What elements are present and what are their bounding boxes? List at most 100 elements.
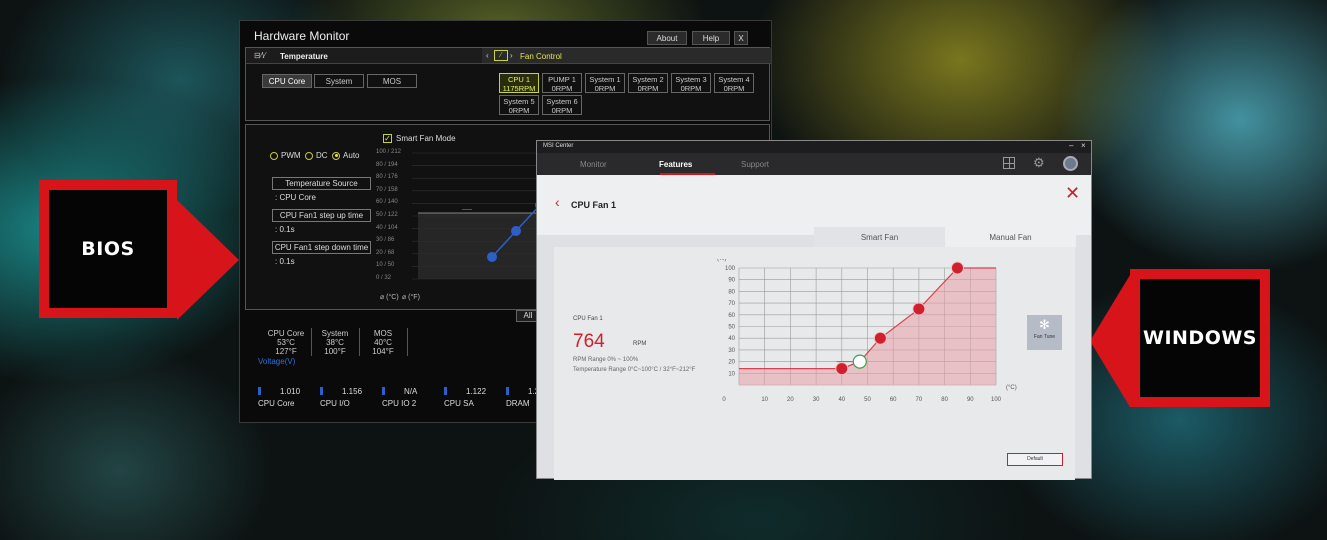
fan-select-system-2[interactable]: System 2 0RPM — [628, 73, 668, 93]
fan-select-system-4[interactable]: System 4 0RPM — [714, 73, 754, 93]
voltage-value: N/A — [404, 387, 418, 396]
step-down-time-button[interactable]: CPU Fan1 step down time — [272, 241, 371, 254]
msi-center-window: MSI Center – × Monitor Features Support … — [536, 140, 1092, 480]
auto-radio[interactable]: Auto — [332, 151, 360, 160]
voltage-bar-marker — [444, 387, 447, 395]
stat-divider — [311, 328, 312, 356]
msi-y-tick: 40 — [728, 336, 735, 342]
bios-y-tick: 80 / 194 — [376, 161, 398, 168]
close-button[interactable]: X — [734, 31, 748, 45]
fan-tune-button[interactable]: ✻ Fan Tune — [1027, 315, 1062, 350]
page-title: CPU Fan 1 — [571, 200, 617, 210]
fan-rpm: 0RPM — [637, 84, 659, 93]
auto-label: Auto — [343, 151, 360, 160]
msi-curve-point-3[interactable] — [912, 302, 926, 316]
step-up-time-button[interactable]: CPU Fan1 step up time — [272, 209, 371, 222]
avatar-icon[interactable] — [1063, 156, 1078, 171]
stat-mos-name: MOS — [373, 329, 393, 338]
bios-chart-shade — [418, 213, 552, 279]
stat-mos-f: 104°F — [372, 347, 394, 356]
about-button[interactable]: About — [647, 31, 687, 45]
current-speed-point[interactable] — [852, 354, 867, 369]
stat-system: System 38°C 100°F — [314, 329, 356, 356]
rpm-value: 764 — [573, 331, 605, 352]
dc-radio[interactable]: DC — [305, 151, 328, 160]
voltage-bar-marker — [258, 387, 261, 395]
tab-smart-fan[interactable]: Smart Fan — [814, 227, 945, 247]
close-window-icon[interactable]: × — [1081, 141, 1086, 150]
auto-radio-dot — [332, 151, 341, 160]
windows-label: WINDOWS — [1140, 279, 1260, 397]
bios-y-tick: 80 / 176 — [376, 174, 398, 181]
bios-y-tick: 40 / 104 — [376, 224, 398, 231]
temp-tab-system[interactable]: System — [314, 74, 364, 88]
fahrenheit-toggle[interactable]: ⌀ (°F) — [402, 293, 420, 301]
msi-curve-point-1[interactable] — [835, 362, 849, 376]
bios-curve-point-2[interactable] — [511, 226, 521, 236]
stat-mos-c: 40°C — [374, 338, 392, 347]
bios-y-tick: 50 / 122 — [376, 212, 398, 218]
fan-select-system-3[interactable]: System 3 0RPM — [671, 73, 711, 93]
fan-select-pump-1[interactable]: PUMP 1 0RPM — [542, 73, 582, 93]
pwm-radio[interactable]: PWM — [270, 151, 301, 160]
msi-y-tick: 50 — [728, 325, 735, 331]
temperature-source-button[interactable]: Temperature Source — [272, 177, 371, 190]
close-page-icon[interactable]: ✕ — [1065, 184, 1080, 202]
temp-tab-cpu-core[interactable]: CPU Core — [262, 74, 312, 88]
msi-x-tick: 70 — [916, 397, 923, 403]
bios-y-tick: 70 / 158 — [376, 186, 398, 193]
fan-rpm: 0RPM — [508, 106, 530, 115]
msi-x-tick: 10 — [761, 397, 768, 403]
chevron-right-icon[interactable]: › — [510, 51, 513, 60]
smart-fan-content: CPU Fan 1 764 RPM RPM Range 0% ~ 100% Te… — [554, 247, 1075, 480]
minimize-icon[interactable]: – — [1069, 141, 1073, 150]
msi-y-tick: 30 — [728, 348, 735, 354]
smart-fan-mode-label: Smart Fan Mode — [396, 134, 456, 143]
tab-manual-fan[interactable]: Manual Fan — [945, 227, 1076, 247]
msi-title-bar: MSI Center – × — [537, 141, 1091, 153]
msi-fan-curve-chart[interactable]: 0 10 20 30 40 50 60 70 80 90 100 100 90 80 70 60 50 40 30 2… — [714, 259, 1024, 431]
back-chevron-icon[interactable]: ‹ — [555, 195, 560, 209]
windows-label-arrow — [1090, 275, 1130, 407]
help-button[interactable]: Help — [692, 31, 730, 45]
bios-fan-curve-chart[interactable]: ----- — [412, 149, 552, 283]
fan-select-system-1[interactable]: System 1 0RPM — [585, 73, 625, 93]
step-down-time-value: : 0.1s — [275, 257, 295, 266]
chevron-left-icon[interactable]: ‹ — [486, 51, 489, 60]
msi-x-tick: 50 — [864, 397, 871, 403]
temp-tab-mos[interactable]: MOS — [367, 74, 417, 88]
fan-rpm: 0RPM — [551, 106, 573, 115]
nav-tab-features[interactable]: Features — [659, 160, 692, 169]
stat-divider — [359, 328, 360, 356]
fan-select-cpu-1[interactable]: CPU 1 1175RPM — [499, 73, 539, 93]
msi-page-header: ‹ CPU Fan 1 ✕ — [537, 175, 1091, 235]
gear-icon[interactable]: ⚙ — [1033, 156, 1045, 170]
msi-x-tick: 0 — [722, 397, 726, 403]
default-button[interactable]: Default — [1007, 453, 1063, 466]
nav-tab-monitor[interactable]: Monitor — [580, 160, 607, 169]
thermometer-icon: ⌀ — [402, 294, 407, 301]
fan-rpm: 1175RPM — [502, 84, 536, 93]
bios-y-tick: 60 / 140 — [376, 199, 398, 206]
fan-name: System 6 — [546, 97, 578, 106]
msi-curve-point-2[interactable] — [873, 331, 887, 345]
smart-fan-mode-checkbox[interactable]: ✓ — [383, 134, 392, 143]
voltage-bar-marker — [506, 387, 509, 395]
fan-select-system-5[interactable]: System 5 0RPM — [499, 95, 539, 115]
voltage-label: Voltage(V) — [258, 357, 296, 366]
msi-y-tick: 10 — [728, 371, 735, 377]
msi-x-tick: 100 — [991, 397, 1002, 403]
msi-x-tick: 80 — [941, 397, 948, 403]
grid-icon[interactable] — [1003, 157, 1015, 169]
msi-curve-point-4[interactable] — [950, 261, 964, 275]
temperature-icon: ⊟⁄\⁄ — [254, 51, 266, 60]
fan-control-header[interactable]: ‹ ⁄ › Fan Control — [482, 48, 771, 64]
celsius-toggle[interactable]: ⌀ (°C) — [380, 293, 399, 301]
stat-divider — [407, 328, 408, 356]
nav-tab-support[interactable]: Support — [741, 160, 769, 169]
fan-select-system-6[interactable]: System 6 0RPM — [542, 95, 582, 115]
bios-chart-temp-marker: ----- — [462, 207, 472, 213]
msi-y-axis-unit: (%) — [717, 259, 726, 262]
bios-curve-point-1[interactable] — [487, 252, 497, 262]
msi-x-tick: 60 — [890, 397, 897, 403]
